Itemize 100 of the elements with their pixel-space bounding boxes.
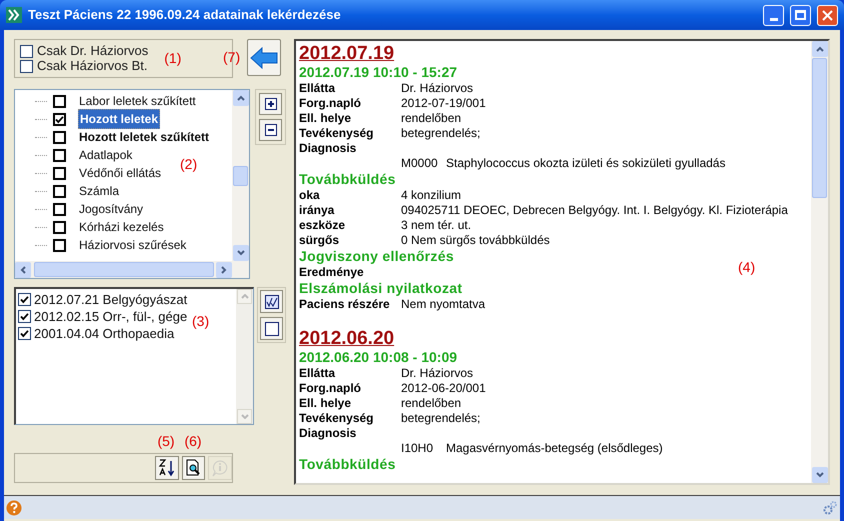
visit-time-heading: 2012.07.19 10:10 - 15:27 bbox=[299, 64, 458, 80]
diagnosis-code: M0000 bbox=[401, 156, 439, 171]
tree-item[interactable]: Hozott leletek szűkített bbox=[78, 128, 210, 146]
section-heading: Elszámolási nyilatkozat bbox=[299, 280, 462, 296]
empty-box-icon bbox=[264, 322, 278, 336]
tree-item[interactable]: Labor leletek szűkített bbox=[78, 92, 197, 110]
minimize-button[interactable] bbox=[763, 4, 784, 26]
tree-item[interactable]: Kórházi kezelés bbox=[78, 218, 165, 236]
field-label: Ell. helye bbox=[299, 396, 352, 411]
field-label: Ellátta bbox=[299, 366, 336, 381]
checkbox[interactable] bbox=[53, 220, 66, 234]
maximize-button[interactable] bbox=[790, 4, 811, 26]
scroll-up-icon[interactable] bbox=[232, 90, 248, 106]
annotation-label: (2) bbox=[180, 155, 198, 174]
gear-icon[interactable] bbox=[822, 500, 838, 516]
field-label: Ellátta bbox=[299, 81, 336, 96]
checkbox[interactable] bbox=[53, 238, 66, 252]
right-chevron-icon bbox=[221, 266, 227, 274]
annotation-label: (3) bbox=[192, 312, 210, 331]
vertical-scrollbar[interactable] bbox=[811, 41, 828, 483]
horizontal-scrollbar[interactable] bbox=[15, 261, 249, 278]
checkbox[interactable] bbox=[20, 44, 33, 58]
scroll-down-icon[interactable] bbox=[232, 245, 248, 261]
field-value: rendelőben bbox=[401, 111, 462, 126]
close-icon bbox=[822, 10, 833, 20]
checkbox[interactable] bbox=[53, 166, 66, 180]
scroll-up-button[interactable] bbox=[812, 41, 828, 57]
help-icon[interactable] bbox=[6, 500, 22, 516]
collapse-button[interactable] bbox=[259, 119, 282, 141]
preview-button[interactable] bbox=[182, 456, 206, 480]
section-heading: Jogviszony ellenőrzés bbox=[299, 248, 454, 264]
app-icon bbox=[6, 7, 22, 23]
date-heading: 2012.07.19 bbox=[299, 43, 394, 64]
annotation-label: (6) bbox=[184, 432, 202, 451]
scroll-left-button[interactable] bbox=[15, 262, 31, 278]
list-item[interactable]: 2001.04.04 Orthopaedia bbox=[34, 324, 174, 344]
back-button[interactable] bbox=[247, 39, 281, 76]
field-value: betegrendelés; bbox=[401, 126, 480, 141]
close-button[interactable] bbox=[817, 4, 838, 26]
field-value: 2012-06-20/001 bbox=[401, 381, 486, 396]
field-label: Diagnosis bbox=[299, 426, 358, 441]
field-label: Diagnosis bbox=[299, 141, 358, 156]
field-label: Tevékenység bbox=[299, 126, 374, 141]
scroll-down-button[interactable] bbox=[812, 467, 828, 483]
checkmarks-icon bbox=[264, 294, 278, 308]
scroll-right-button[interactable] bbox=[216, 262, 232, 278]
visit-time-heading: 2012.06.20 10:08 - 10:09 bbox=[299, 349, 458, 365]
field-label: Ell. helye bbox=[299, 111, 352, 126]
annotation-label: (7) bbox=[223, 48, 240, 67]
field-value: rendelőben bbox=[401, 396, 462, 411]
annotation-label: (5) bbox=[157, 432, 175, 451]
uncheck-all-button[interactable] bbox=[260, 317, 283, 340]
check-all-button[interactable] bbox=[260, 290, 283, 313]
expand-button[interactable] bbox=[259, 93, 282, 115]
field-value: Dr. Háziorvos bbox=[401, 366, 474, 381]
tree-item[interactable]: Hozott leletek bbox=[78, 109, 160, 129]
checkbox[interactable] bbox=[53, 202, 66, 216]
up-chevron-icon bbox=[240, 294, 248, 299]
checkbox[interactable] bbox=[20, 60, 33, 72]
list-item[interactable]: 2012.02.15 Orr-, fül-, gége bbox=[34, 306, 188, 326]
scrollbar-thumb[interactable] bbox=[34, 262, 214, 277]
tree-item[interactable]: Háziorvosi szűrések bbox=[78, 236, 188, 254]
checkbox[interactable] bbox=[18, 327, 31, 340]
checkbox[interactable] bbox=[53, 94, 66, 108]
plus-icon bbox=[264, 98, 276, 110]
diagnosis-text: Staphylococcus okozta izületi és sokizületi gyulladás bbox=[446, 156, 726, 171]
diagnosis-code: I10H0 bbox=[401, 441, 434, 456]
down-chevron-icon bbox=[816, 472, 824, 478]
field-value: 2012-07-19/001 bbox=[401, 96, 486, 111]
field-value: 4 konzilium bbox=[401, 188, 462, 203]
field-value: Nem nyomtatva bbox=[401, 297, 486, 312]
tree-item[interactable]: Jogosítvány bbox=[78, 200, 144, 218]
down-chevron-icon bbox=[240, 414, 248, 419]
vertical-scrollbar[interactable] bbox=[232, 90, 249, 261]
tree-item[interactable]: Adatlapok bbox=[78, 146, 134, 164]
field-value: Dr. Háziorvos bbox=[401, 81, 474, 96]
checkbox[interactable] bbox=[53, 148, 66, 162]
sort-button[interactable] bbox=[155, 456, 179, 480]
tree-item[interactable]: Számla bbox=[78, 182, 120, 200]
tree-item[interactable]: Védőnői ellátás bbox=[78, 164, 162, 182]
field-value: 3 nem tér. ut. bbox=[401, 218, 472, 233]
info-bubble-icon bbox=[211, 459, 230, 477]
section-heading: Továbbküldés bbox=[299, 171, 396, 187]
checkbox[interactable] bbox=[53, 112, 66, 126]
checkbox[interactable] bbox=[53, 130, 66, 144]
sort-icon bbox=[158, 459, 176, 477]
scrollbar-thumb[interactable] bbox=[233, 166, 248, 186]
field-label: Tevékenység bbox=[299, 411, 374, 426]
checkbox[interactable] bbox=[18, 310, 31, 323]
field-label: Forg.napló bbox=[299, 381, 362, 396]
checkbox[interactable] bbox=[18, 293, 31, 306]
left-chevron-icon bbox=[20, 266, 26, 274]
field-label: eszköze bbox=[299, 218, 346, 233]
field-label: iránya bbox=[299, 203, 336, 218]
list-item[interactable]: 2012.07.21 Belgyógyászat bbox=[34, 290, 188, 310]
window-title: Teszt Páciens 22 1996.09.24 adatainak lekérdezése bbox=[28, 6, 342, 24]
diagnosis-text: Magasvérnyomás-betegség (elsődleges) bbox=[446, 441, 663, 456]
scrollbar-thumb[interactable] bbox=[812, 58, 827, 198]
checkbox[interactable] bbox=[53, 184, 66, 198]
field-label: Forg.napló bbox=[299, 96, 362, 111]
